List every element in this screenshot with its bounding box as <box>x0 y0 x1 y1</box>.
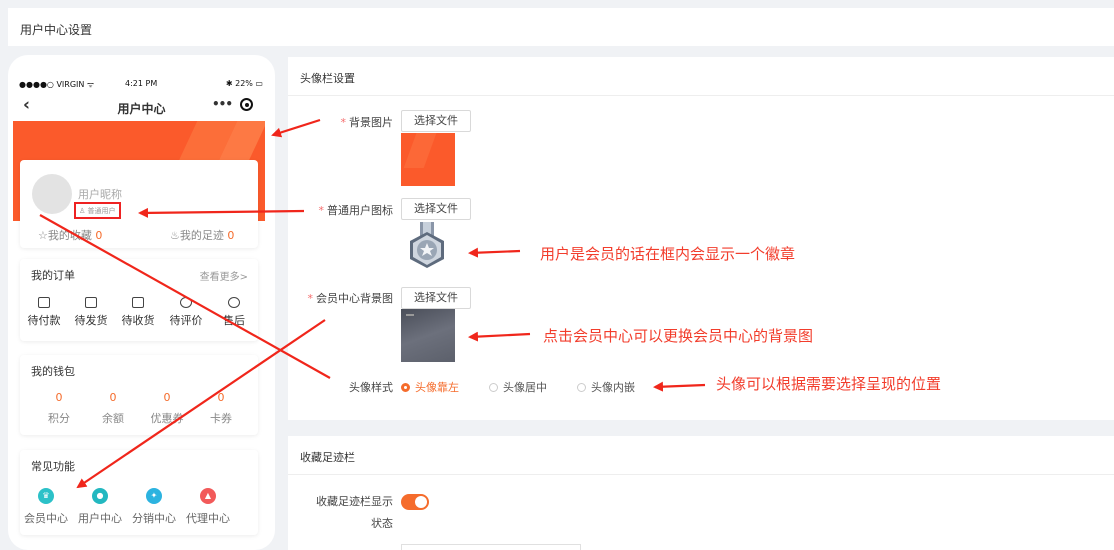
radio-avatar-center[interactable]: 头像居中 <box>489 379 547 395</box>
box-icon <box>85 297 97 308</box>
truck-icon <box>132 297 144 308</box>
wallet-card: 我的钱包 0 积分 0 余额 0 优惠券 0 卡券 <box>20 355 258 435</box>
collect-footprint-panel: 收藏足迹栏 收藏足迹栏显示 状态 <box>288 436 1114 550</box>
order-pending-ship[interactable]: 待发货 <box>67 297 115 328</box>
functions-card: 常见功能 ♛ 会员中心 ● 用户中心 ✦ 分销中心 ▲ 代理中心 <box>20 450 258 535</box>
avatar-style-label: 头像样式 <box>349 381 393 394</box>
order-after-sales[interactable]: 售后 <box>210 297 258 328</box>
status-time: 4:21 PM <box>125 79 158 88</box>
page-title: 用户中心设置 <box>20 23 93 37</box>
order-pending-review[interactable]: 待评价 <box>162 297 210 328</box>
bg-image-choose-button[interactable]: 选择文件 <box>401 110 471 132</box>
wallet-points[interactable]: 0 积分 <box>34 391 84 426</box>
radio-avatar-embedded[interactable]: 头像内嵌 <box>577 379 635 395</box>
avatar-position-annotation: 头像可以根据需要选择呈现的位置 <box>716 375 942 393</box>
user-icon-label: * 普通用户图标 <box>318 204 394 217</box>
collect-display-label: 收藏足迹栏显示 <box>316 495 393 508</box>
user-icon-choose-button[interactable]: 选择文件 <box>401 198 471 220</box>
avatar-settings-panel: 头像栏设置 * 背景图片 选择文件 * 普通用户图标 选择文件 * 会员中心背景图 选… <box>288 57 1114 420</box>
agent-icon: ▲ <box>200 488 216 504</box>
orders-card: 我的订单 查看更多> 待付款 待发货 待收货 待评价 售后 <box>20 259 258 341</box>
function-distribution-center[interactable]: ✦ 分销中心 <box>126 488 182 526</box>
collect-display-label-cont: 状态 <box>371 517 393 530</box>
eye-icon <box>228 297 240 308</box>
vip-bg-annotation: 点击会员中心可以更换会员中心的背景图 <box>543 327 814 345</box>
collect-panel-title: 收藏足迹栏 <box>300 451 355 464</box>
order-pending-payment[interactable]: 待付款 <box>20 297 68 328</box>
bg-image-preview <box>401 133 455 186</box>
vip-bg-preview <box>401 309 455 362</box>
phone-preview: ●●●●○ VIRGIN ᯤ 4:21 PM ✱ 22% ▭ ‹ 用户中心 ••… <box>8 55 275 550</box>
function-vip-center[interactable]: ♛ 会员中心 <box>18 488 74 526</box>
avatar-panel-title: 头像栏设置 <box>300 72 355 85</box>
function-agent-center[interactable]: ▲ 代理中心 <box>180 488 236 526</box>
orders-title: 我的订单 <box>31 269 75 282</box>
user-badge: ♙ 普通用户 <box>74 202 121 219</box>
status-bar: ●●●●○ VIRGIN ᯤ 4:21 PM ✱ 22% ▭ <box>8 79 275 91</box>
close-target-icon[interactable] <box>240 98 253 111</box>
radio-avatar-left[interactable]: 头像靠左 <box>401 379 459 395</box>
order-pending-receive[interactable]: 待收货 <box>114 297 162 328</box>
vip-bg-label: * 会员中心背景图 <box>307 292 394 305</box>
share-icon: ✦ <box>146 488 162 504</box>
user-icon: ● <box>92 488 108 504</box>
favorites-stat[interactable]: ☆我的收藏 0 <box>38 227 102 243</box>
carrier-signal: ●●●●○ VIRGIN ᯤ <box>19 80 95 89</box>
comment-icon <box>180 297 192 308</box>
wallet-coupons[interactable]: 0 优惠券 <box>142 391 192 426</box>
function-user-center[interactable]: ● 用户中心 <box>72 488 128 526</box>
page-header: 用户中心设置 <box>8 8 1114 46</box>
battery-status: ✱ 22% ▭ <box>225 79 263 88</box>
badge-annotation: 用户是会员的话在框内会显示一个徽章 <box>540 245 796 263</box>
vip-bg-choose-button[interactable]: 选择文件 <box>401 287 471 309</box>
medal-icon <box>410 222 444 268</box>
more-icon[interactable]: ••• <box>212 97 233 111</box>
user-nickname: 用户昵称 <box>78 188 122 201</box>
user-card: 用户昵称 ♙ 普通用户 ☆我的收藏 0 ♨我的足迹 0 <box>20 160 258 248</box>
crown-icon: ♛ <box>38 488 54 504</box>
footprint-stat[interactable]: ♨我的足迹 0 <box>170 227 234 243</box>
wallet-balance[interactable]: 0 余额 <box>88 391 138 426</box>
phone-navbar: ‹ 用户中心 ••• <box>8 95 275 119</box>
bg-image-label: * 背景图片 <box>340 116 394 129</box>
collect-display-toggle[interactable] <box>401 494 429 510</box>
orders-more-link[interactable]: 查看更多> <box>200 268 248 283</box>
wallet-icon <box>38 297 50 308</box>
functions-title: 常见功能 <box>31 460 75 473</box>
avatar[interactable] <box>32 174 72 214</box>
next-field-input[interactable] <box>401 544 581 550</box>
wallet-title: 我的钱包 <box>31 365 75 378</box>
wallet-cards[interactable]: 0 卡券 <box>196 391 246 426</box>
phone-title: 用户中心 <box>117 102 166 116</box>
